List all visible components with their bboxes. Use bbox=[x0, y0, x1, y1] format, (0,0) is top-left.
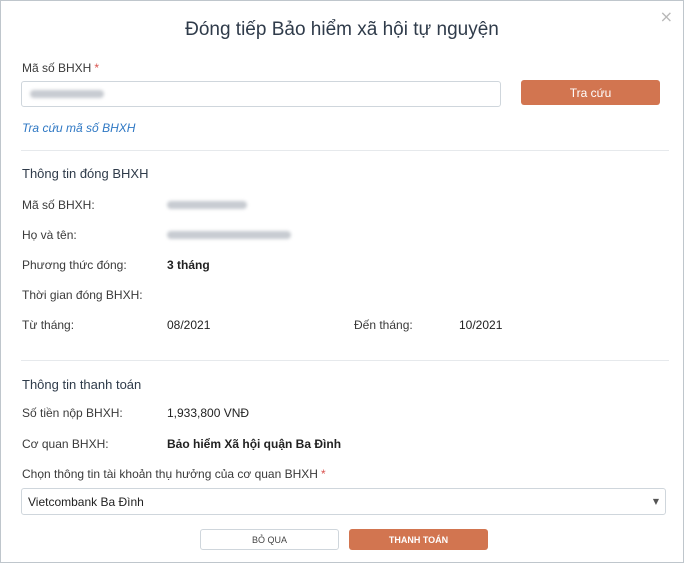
beneficiary-account-label: Chọn thông tin tài khoản thụ hưởng của c… bbox=[22, 467, 326, 481]
amount-value: 1,933,800 VNĐ bbox=[167, 406, 250, 420]
agency-label: Cơ quan BHXH: bbox=[22, 437, 109, 451]
redacted-code bbox=[167, 201, 247, 209]
to-month-label: Đến tháng: bbox=[354, 318, 413, 332]
field-label-text: Mã số BHXH bbox=[22, 61, 92, 75]
from-month-label: Từ tháng: bbox=[22, 318, 75, 332]
billing-info-heading: Thông tin thanh toán bbox=[22, 377, 142, 392]
required-mark: * bbox=[94, 61, 100, 75]
social-insurance-code-input[interactable] bbox=[21, 81, 501, 107]
payment-info-heading: Thông tin đóng BHXH bbox=[22, 166, 149, 181]
redacted-name bbox=[167, 231, 291, 239]
method-value: 3 tháng bbox=[167, 258, 210, 272]
required-mark: * bbox=[320, 467, 326, 481]
period-label: Thời gian đóng BHXH: bbox=[22, 288, 143, 302]
amount-label: Số tiền nộp BHXH: bbox=[22, 406, 123, 420]
search-button[interactable]: Tra cứu bbox=[521, 80, 660, 105]
skip-button[interactable]: BỎ QUA bbox=[200, 529, 339, 550]
divider bbox=[21, 150, 669, 151]
beneficiary-account-select[interactable]: Vietcombank Ba Đình ▼ bbox=[21, 488, 666, 515]
caret-down-icon: ▼ bbox=[652, 497, 659, 506]
code-label: Mã số BHXH: bbox=[22, 198, 95, 212]
name-label: Họ và tên: bbox=[22, 228, 77, 242]
method-label: Phương thức đóng: bbox=[22, 258, 127, 272]
social-insurance-code-label: Mã số BHXH * bbox=[22, 61, 99, 75]
agency-value: Bảo hiểm Xã hội quận Ba Đình bbox=[167, 437, 342, 451]
to-month-value: 10/2021 bbox=[459, 318, 503, 332]
dialog-title: Đóng tiếp Bảo hiểm xã hội tự nguyện bbox=[185, 19, 499, 40]
pay-button[interactable]: THANH TOÁN bbox=[349, 529, 488, 550]
selected-account: Vietcombank Ba Đình bbox=[28, 495, 144, 509]
divider bbox=[21, 360, 669, 361]
beneficiary-account-label-text: Chọn thông tin tài khoản thụ hưởng của c… bbox=[22, 467, 318, 481]
payment-dialog: × Đóng tiếp Bảo hiểm xã hội tự nguyện Mã… bbox=[0, 0, 684, 563]
from-month-value: 08/2021 bbox=[167, 318, 211, 332]
lookup-code-link[interactable]: Tra cứu mã số BHXH bbox=[22, 121, 135, 135]
redacted-code-value bbox=[30, 90, 104, 98]
